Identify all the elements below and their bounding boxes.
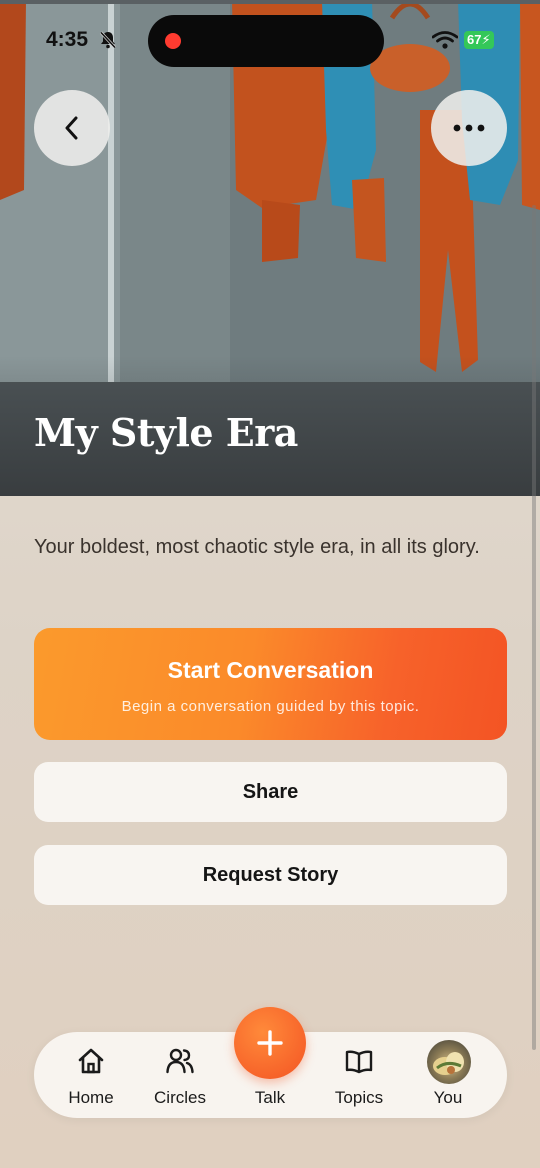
tab-label: You [433, 1088, 463, 1107]
avatar[interactable] [427, 1040, 471, 1084]
hero-image: My Style Era [0, 0, 540, 496]
tab-home[interactable]: Home [46, 1032, 136, 1118]
tab-label: Topics [334, 1088, 384, 1107]
recording-indicator-icon [165, 33, 181, 49]
tab-label: Talk [254, 1088, 286, 1107]
charging-icon: ⚡ [481, 32, 491, 47]
topic-description: Your boldest, most chaotic style era, in… [34, 536, 480, 558]
wifi-icon [432, 31, 458, 49]
plus-icon [257, 1030, 283, 1056]
talk-button[interactable] [234, 1007, 306, 1079]
battery-level: 67 [467, 32, 482, 47]
start-conversation-label: Start Conversation [167, 657, 374, 683]
dynamic-island [148, 15, 384, 67]
book-icon [345, 1050, 373, 1074]
tab-topics[interactable]: Topics [314, 1032, 404, 1118]
back-button[interactable] [34, 90, 110, 166]
status-time: 4:35 [46, 28, 89, 51]
page-title: My Style Era [34, 410, 298, 455]
tab-label: Home [68, 1088, 114, 1107]
home-icon [78, 1048, 104, 1074]
tab-circles[interactable]: Circles [135, 1032, 225, 1118]
chevron-left-icon [65, 116, 78, 140]
battery-indicator: 67⚡ [464, 31, 494, 49]
bell-slash-icon [99, 31, 117, 49]
start-conversation-subtitle: Begin a conversation guided by this topi… [121, 698, 420, 715]
tab-label: Circles [154, 1088, 206, 1107]
ellipsis-icon [453, 124, 485, 132]
request-story-button[interactable]: Request Story [34, 845, 507, 905]
start-conversation-button[interactable]: Start Conversation Begin a conversation … [34, 628, 507, 740]
more-options-button[interactable] [431, 90, 507, 166]
share-button[interactable]: Share [34, 762, 507, 822]
scrollbar[interactable] [532, 205, 536, 1050]
avatar-image [433, 1052, 464, 1075]
people-icon [166, 1048, 194, 1074]
